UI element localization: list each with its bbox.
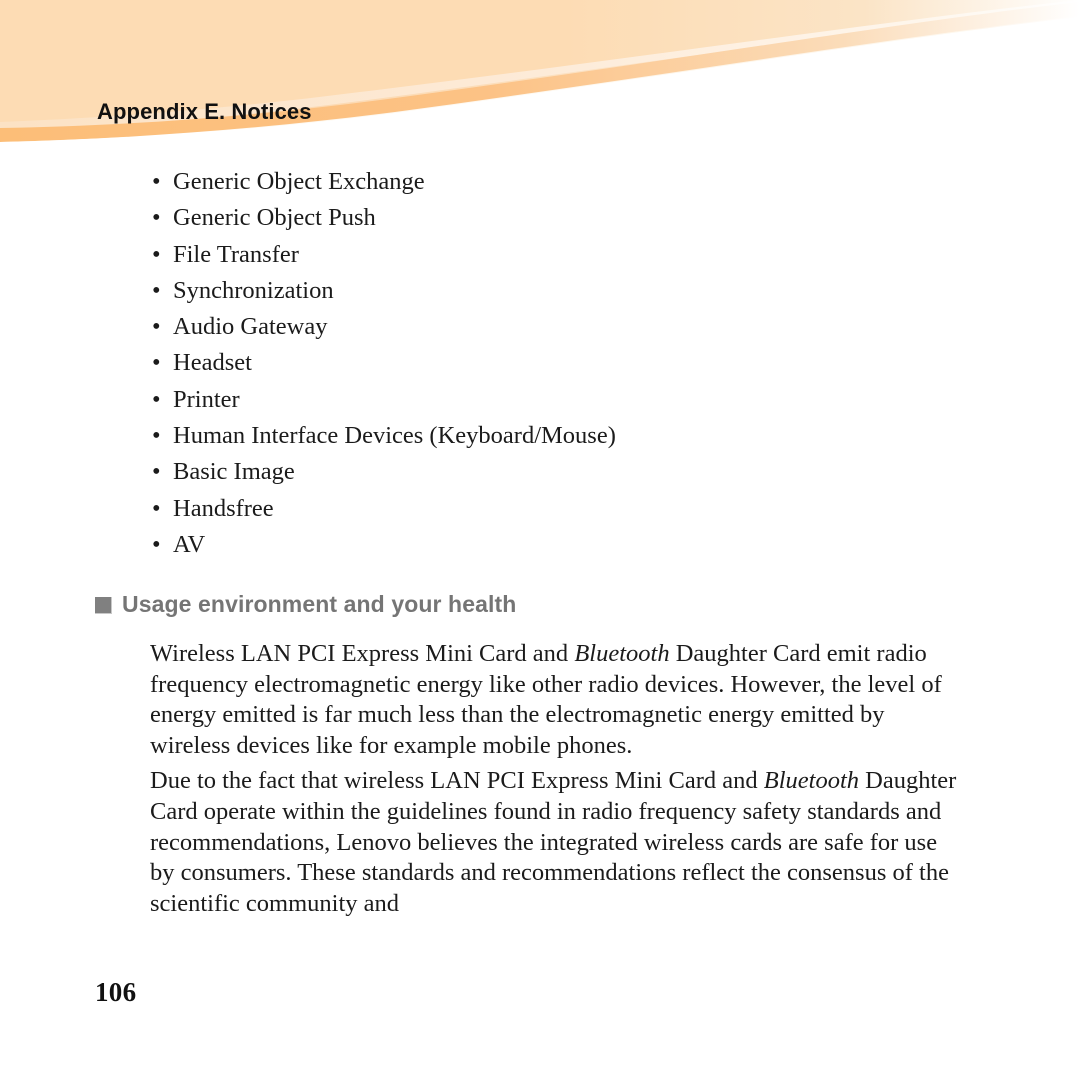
- paragraph: Wireless LAN PCI Express Mini Card and B…: [150, 639, 962, 761]
- section-heading-label: Usage environment and your health: [122, 591, 517, 617]
- list-item: • File Transfer: [152, 237, 972, 273]
- square-bullet-icon: [95, 597, 112, 614]
- list-item-label: Printer: [173, 385, 240, 413]
- page-number: 106: [95, 977, 137, 1007]
- body-copy: Wireless LAN PCI Express Mini Card and B…: [150, 639, 962, 919]
- list-item-label: Audio Gateway: [173, 313, 328, 341]
- page-header: Appendix E. Notices: [0, 0, 1080, 150]
- list-item: • Synchronization: [152, 273, 972, 309]
- list-item-label: Generic Object Exchange: [173, 168, 425, 195]
- list-item-label: Generic Object Push: [173, 204, 376, 232]
- bullet-icon: •: [152, 204, 161, 232]
- list-item: • Generic Object Exchange: [152, 164, 972, 200]
- list-item-label: Synchronization: [173, 276, 334, 304]
- paragraph-run-italic: Bluetooth: [574, 640, 670, 667]
- list-item-label: Human Interface Devices (Keyboard/Mouse): [173, 422, 616, 450]
- list-item: • AV: [152, 527, 972, 563]
- paragraph-run: Wireless LAN PCI Express Mini Card and: [150, 640, 575, 667]
- bullet-icon: •: [152, 240, 161, 268]
- list-item: • Audio Gateway: [152, 309, 972, 345]
- bluetooth-profile-list: • Generic Object Exchange • Generic Obje…: [152, 164, 972, 563]
- bullet-icon: •: [152, 458, 161, 486]
- header-swoosh-decoration: [0, 0, 1080, 150]
- list-item-label: AV: [173, 530, 206, 558]
- list-item: • Human Interface Devices (Keyboard/Mous…: [152, 418, 972, 454]
- paragraph-run-italic: Bluetooth: [763, 767, 859, 795]
- page-title: Appendix E. Notices: [97, 99, 312, 124]
- list-item-label: Basic Image: [173, 458, 295, 486]
- paragraph: Due to the fact that wireless LAN PCI Ex…: [150, 766, 962, 919]
- list-item-label: Handsfree: [173, 494, 274, 522]
- list-item: • Headset: [152, 345, 972, 381]
- bullet-icon: •: [152, 530, 161, 558]
- bullet-icon: •: [152, 494, 161, 522]
- bullet-icon: •: [152, 276, 161, 304]
- list-item: • Printer: [152, 382, 972, 418]
- section-heading: Usage environment and your health: [95, 591, 995, 621]
- list-item-label: Headset: [173, 349, 252, 377]
- bullet-icon: •: [152, 422, 161, 450]
- list-item: • Basic Image: [152, 454, 972, 490]
- bullet-icon: •: [152, 349, 161, 377]
- document-page: Appendix E. Notices • Generic Object Exc…: [0, 0, 1080, 1080]
- bullet-icon: •: [152, 385, 161, 413]
- list-item: • Handsfree: [152, 491, 972, 527]
- paragraph-run: Due to the fact that wireless LAN PCI Ex…: [150, 767, 764, 795]
- bullet-icon: •: [152, 168, 161, 195]
- bullet-icon: •: [152, 313, 161, 341]
- list-item: • Generic Object Push: [152, 200, 972, 236]
- list-item-label: File Transfer: [173, 240, 299, 268]
